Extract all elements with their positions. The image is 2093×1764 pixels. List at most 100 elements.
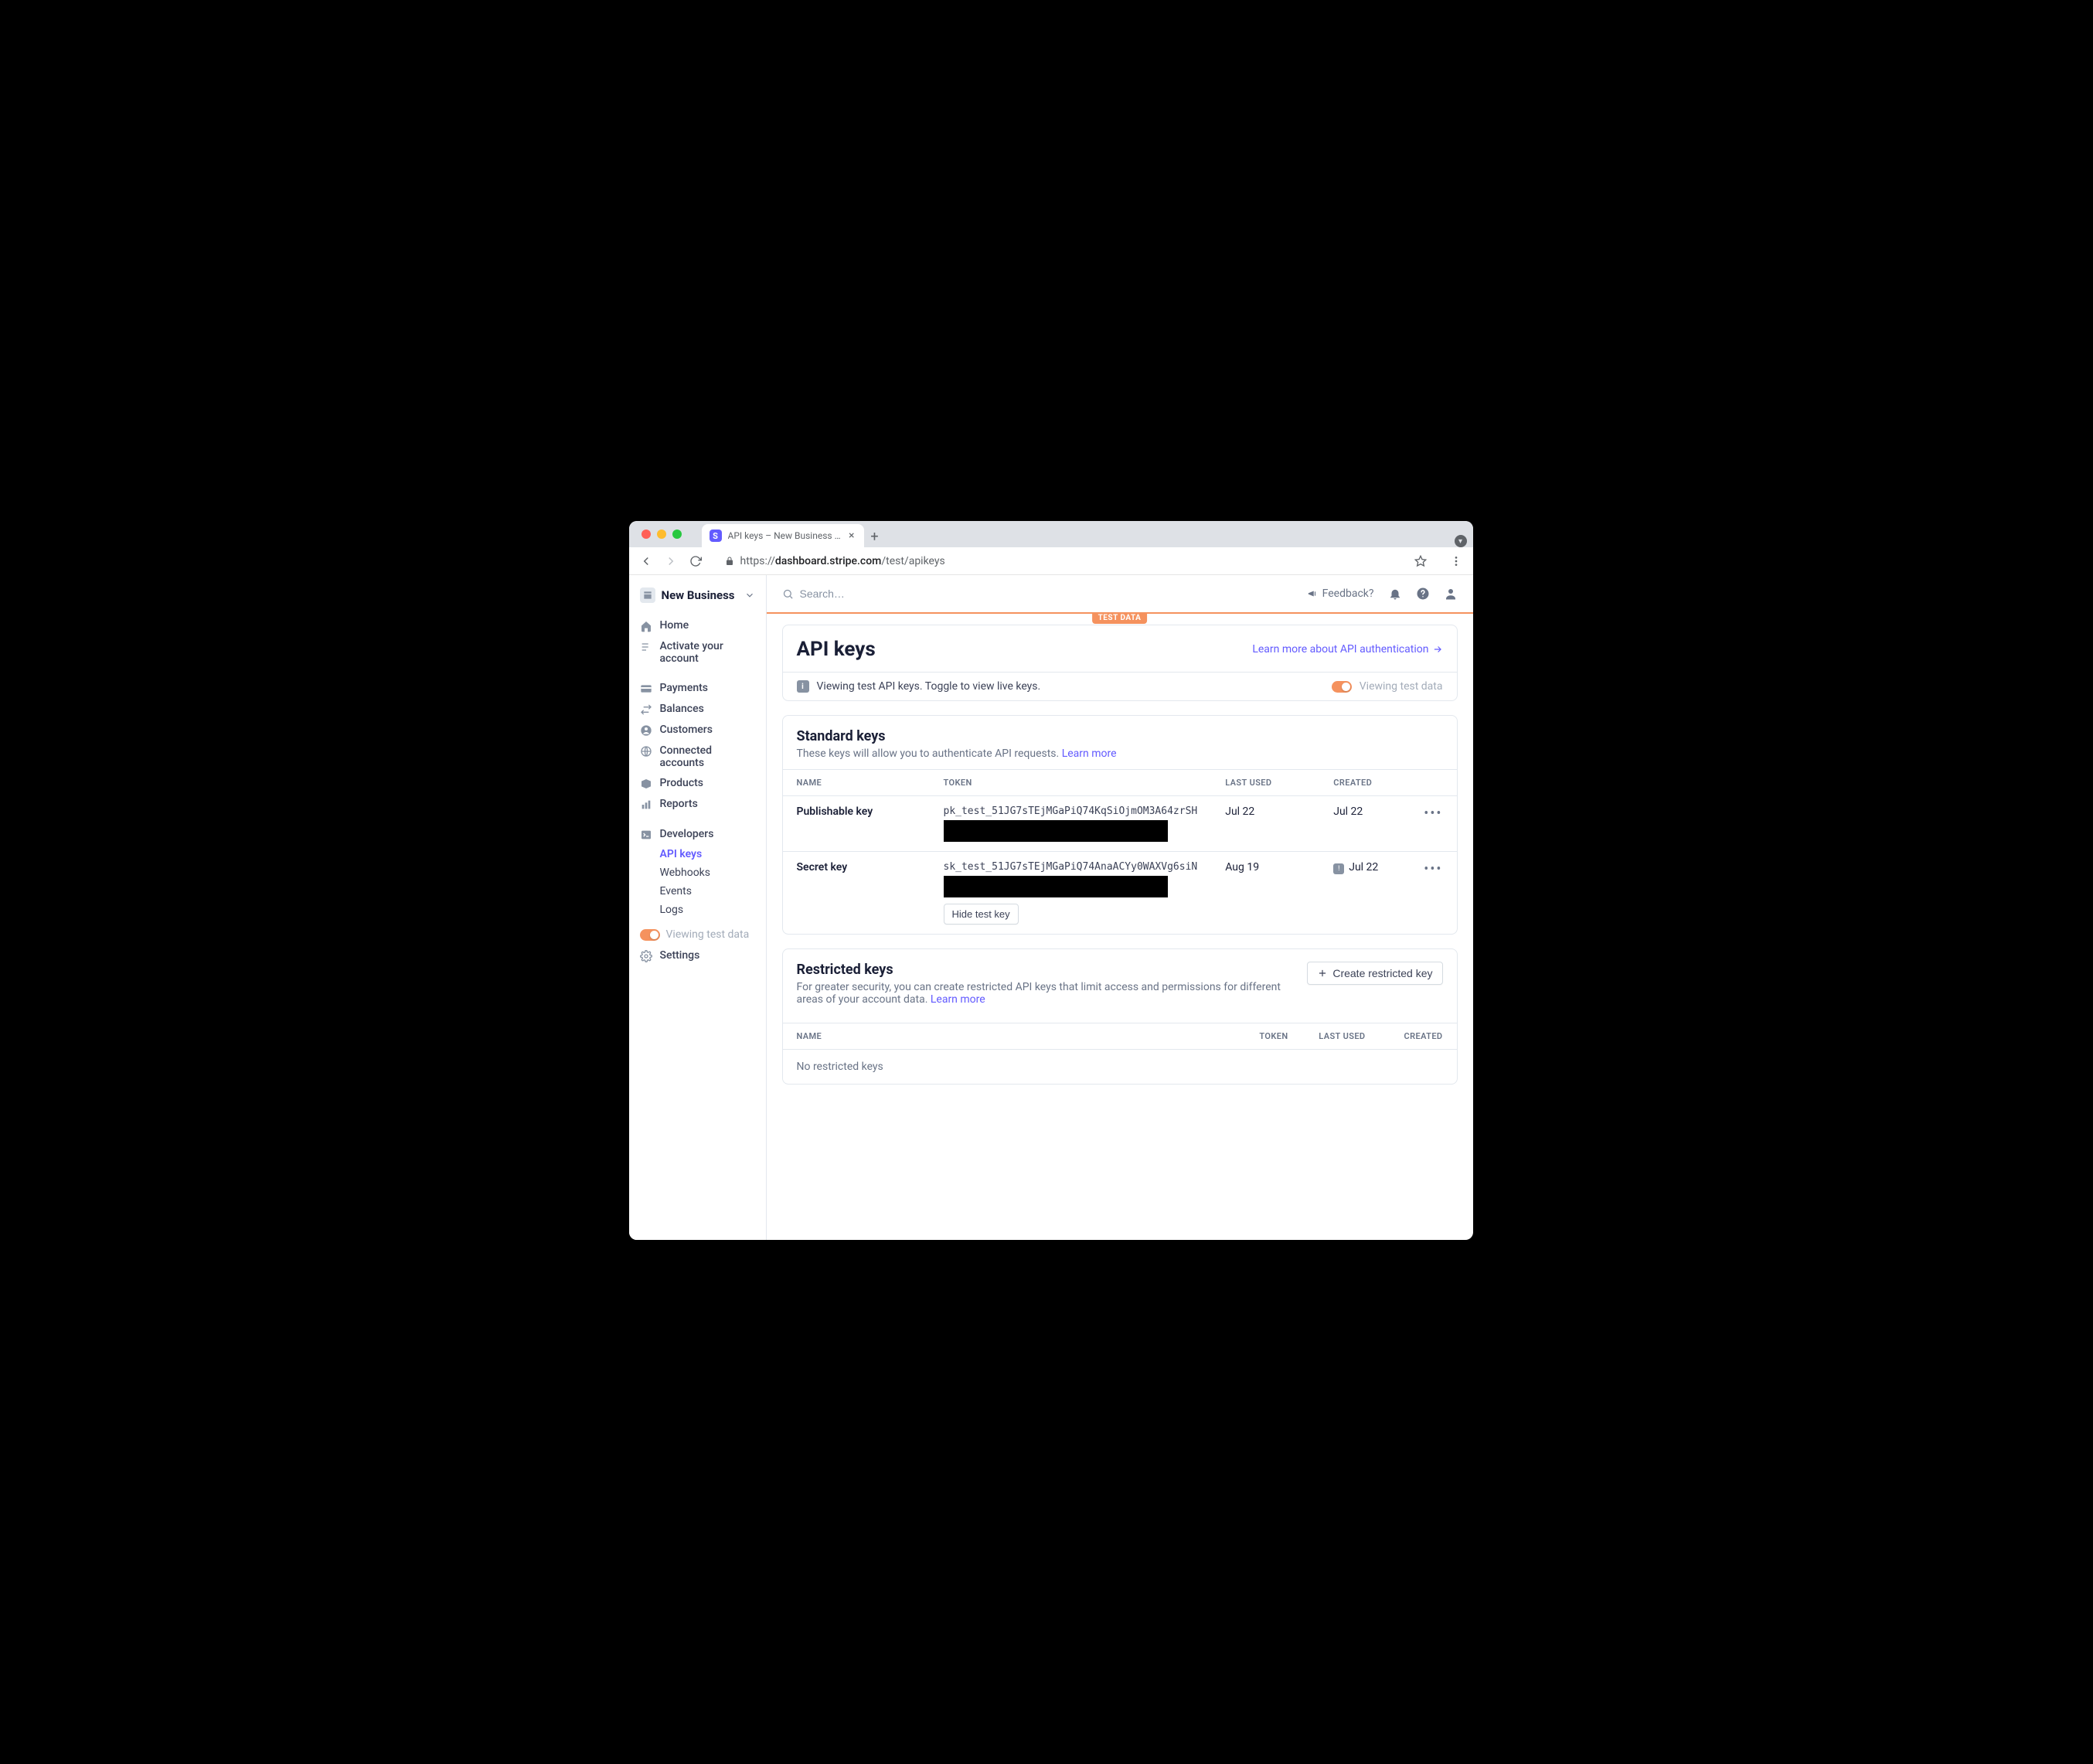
- page-title: API keys: [797, 638, 876, 661]
- profile-icon[interactable]: [1444, 587, 1458, 601]
- sidebar-item-customers[interactable]: Customers: [629, 720, 766, 741]
- browser-toolbar: https://dashboard.stripe.com/test/apikey…: [629, 547, 1473, 575]
- window-controls: [638, 530, 688, 539]
- sidebar-item-label: Reports: [660, 798, 698, 810]
- tab-close-icon[interactable]: ×: [847, 530, 856, 542]
- plus-icon: [1317, 968, 1328, 979]
- gear-icon: [640, 950, 652, 962]
- sidebar-test-mode-toggle[interactable]: Viewing test data: [629, 924, 766, 945]
- create-restricted-key-button[interactable]: Create restricted key: [1307, 962, 1442, 985]
- sidebar-item-api-keys[interactable]: API keys: [629, 845, 766, 863]
- test-mode-label: Viewing test data: [666, 928, 750, 941]
- megaphone-icon: [1307, 588, 1318, 599]
- window-minimize-icon[interactable]: [657, 530, 666, 539]
- sidebar-item-home[interactable]: Home: [629, 615, 766, 636]
- restricted-keys-card: Restricted keys For greater security, yo…: [782, 948, 1458, 1085]
- test-data-badge: TEST DATA: [1092, 612, 1148, 624]
- test-data-banner: TEST DATA: [767, 612, 1473, 614]
- bookmark-icon[interactable]: [1414, 555, 1427, 567]
- last-used-value: Jul 22: [1211, 796, 1319, 852]
- sidebar-item-label: Activate your account: [660, 640, 755, 665]
- sidebar-item-connected[interactable]: Connected accounts: [629, 741, 766, 773]
- url-text: https://dashboard.stripe.com/test/apikey…: [740, 555, 1408, 567]
- help-icon[interactable]: [1416, 587, 1430, 601]
- token-value[interactable]: sk_test_51JG7sTEjMGaPiQ74AnaACYy0WAXVg6s…: [944, 861, 1198, 873]
- sidebar-item-label: Home: [660, 619, 689, 632]
- window-zoom-icon[interactable]: [672, 530, 682, 539]
- browser-tab[interactable]: S API keys – New Business – Str ×: [702, 524, 864, 547]
- key-name: Publishable key: [783, 796, 930, 852]
- feedback-button[interactable]: Feedback?: [1307, 587, 1374, 600]
- reload-button[interactable]: [685, 550, 706, 572]
- table-row: Secret key sk_test_51JG7sTEjMGaPiQ74AnaA…: [783, 852, 1457, 935]
- user-circle-icon: [640, 724, 652, 737]
- token-value[interactable]: pk_test_51JG7sTEjMGaPiQ74KqSiOjmOM3A64zr…: [944, 805, 1198, 817]
- test-mode-info-row: i Viewing test API keys. Toggle to view …: [783, 672, 1457, 700]
- sidebar-item-label: Balances: [660, 703, 704, 715]
- chart-icon: [640, 799, 652, 811]
- home-icon: [640, 620, 652, 632]
- sidebar-item-label: Products: [660, 777, 704, 789]
- browser-menu-icon[interactable]: [1445, 550, 1467, 572]
- search-box[interactable]: [782, 587, 955, 600]
- toggle-switch-icon[interactable]: [640, 929, 660, 941]
- browser-window: S API keys – New Business – Str × + ▾ ht…: [629, 521, 1473, 1240]
- arrows-icon: [640, 703, 652, 716]
- sidebar-item-payments[interactable]: Payments: [629, 678, 766, 699]
- sidebar-item-balances[interactable]: Balances: [629, 699, 766, 720]
- row-more-icon[interactable]: •••: [1424, 861, 1442, 877]
- sidebar-item-label: Webhooks: [660, 867, 711, 879]
- stripe-favicon-icon: S: [710, 530, 722, 542]
- table-row: Publishable key pk_test_51JG7sTEjMGaPiQ7…: [783, 796, 1457, 852]
- test-mode-toggle[interactable]: [1332, 681, 1352, 693]
- window-close-icon[interactable]: [642, 530, 651, 539]
- row-more-icon[interactable]: •••: [1424, 805, 1442, 822]
- lock-icon: [725, 557, 734, 566]
- api-keys-card: API keys Learn more about API authentica…: [782, 625, 1458, 701]
- restricted-keys-table: NAME TOKEN LAST USED CREATED No restrict…: [783, 1023, 1457, 1084]
- last-used-value: Aug 19: [1211, 852, 1319, 935]
- address-bar[interactable]: https://dashboard.stripe.com/test/apikey…: [716, 550, 1436, 572]
- sidebar-item-reports[interactable]: Reports: [629, 794, 766, 815]
- sidebar-item-webhooks[interactable]: Webhooks: [629, 863, 766, 882]
- warning-icon: !: [1333, 863, 1344, 874]
- sidebar-item-label: Logs: [660, 904, 684, 916]
- col-token: TOKEN: [930, 770, 1212, 796]
- main-content: Feedback? TEST DATA: [767, 575, 1473, 1240]
- sidebar-item-logs[interactable]: Logs: [629, 901, 766, 919]
- standard-keys-card: Standard keys These keys will allow you …: [782, 715, 1458, 935]
- col-token: TOKEN: [1240, 1023, 1302, 1050]
- chevron-down-icon: [744, 590, 755, 601]
- tab-list-icon[interactable]: ▾: [1455, 535, 1467, 547]
- new-tab-button[interactable]: +: [864, 526, 886, 547]
- sidebar-item-label: Settings: [660, 949, 700, 962]
- sidebar-item-events[interactable]: Events: [629, 882, 766, 901]
- sidebar-item-developers[interactable]: Developers: [629, 824, 766, 845]
- sidebar-item-label: API keys: [660, 848, 703, 860]
- standard-learn-more-link[interactable]: Learn more: [1062, 747, 1117, 760]
- sidebar: New Business Home Activate your account: [629, 575, 767, 1240]
- notifications-icon[interactable]: [1388, 587, 1402, 601]
- forward-button: [660, 550, 682, 572]
- account-switcher[interactable]: New Business: [629, 578, 766, 611]
- terminal-icon: [640, 829, 652, 841]
- browser-tab-strip: S API keys – New Business – Str × + ▾: [629, 521, 1473, 547]
- search-input[interactable]: [800, 587, 955, 600]
- sidebar-item-activate[interactable]: Activate your account: [629, 636, 766, 669]
- account-name: New Business: [662, 588, 738, 602]
- store-icon: [640, 587, 655, 603]
- globe-icon: [640, 745, 652, 758]
- standard-keys-table: NAME TOKEN LAST USED CREATED Publishable…: [783, 769, 1457, 934]
- learn-authentication-link[interactable]: Learn more about API authentication: [1252, 643, 1442, 656]
- hide-test-key-button[interactable]: Hide test key: [944, 904, 1019, 925]
- sidebar-item-products[interactable]: Products: [629, 773, 766, 794]
- redacted-block: [944, 820, 1168, 842]
- sidebar-item-settings[interactable]: Settings: [629, 945, 766, 966]
- col-created: CREATED: [1319, 770, 1410, 796]
- empty-message: No restricted keys: [783, 1050, 1457, 1085]
- card-icon: [640, 683, 652, 695]
- back-button[interactable]: [635, 550, 657, 572]
- created-value: Jul 22: [1319, 796, 1410, 852]
- checklist-icon: [640, 641, 652, 653]
- restricted-learn-more-link[interactable]: Learn more: [931, 993, 985, 1006]
